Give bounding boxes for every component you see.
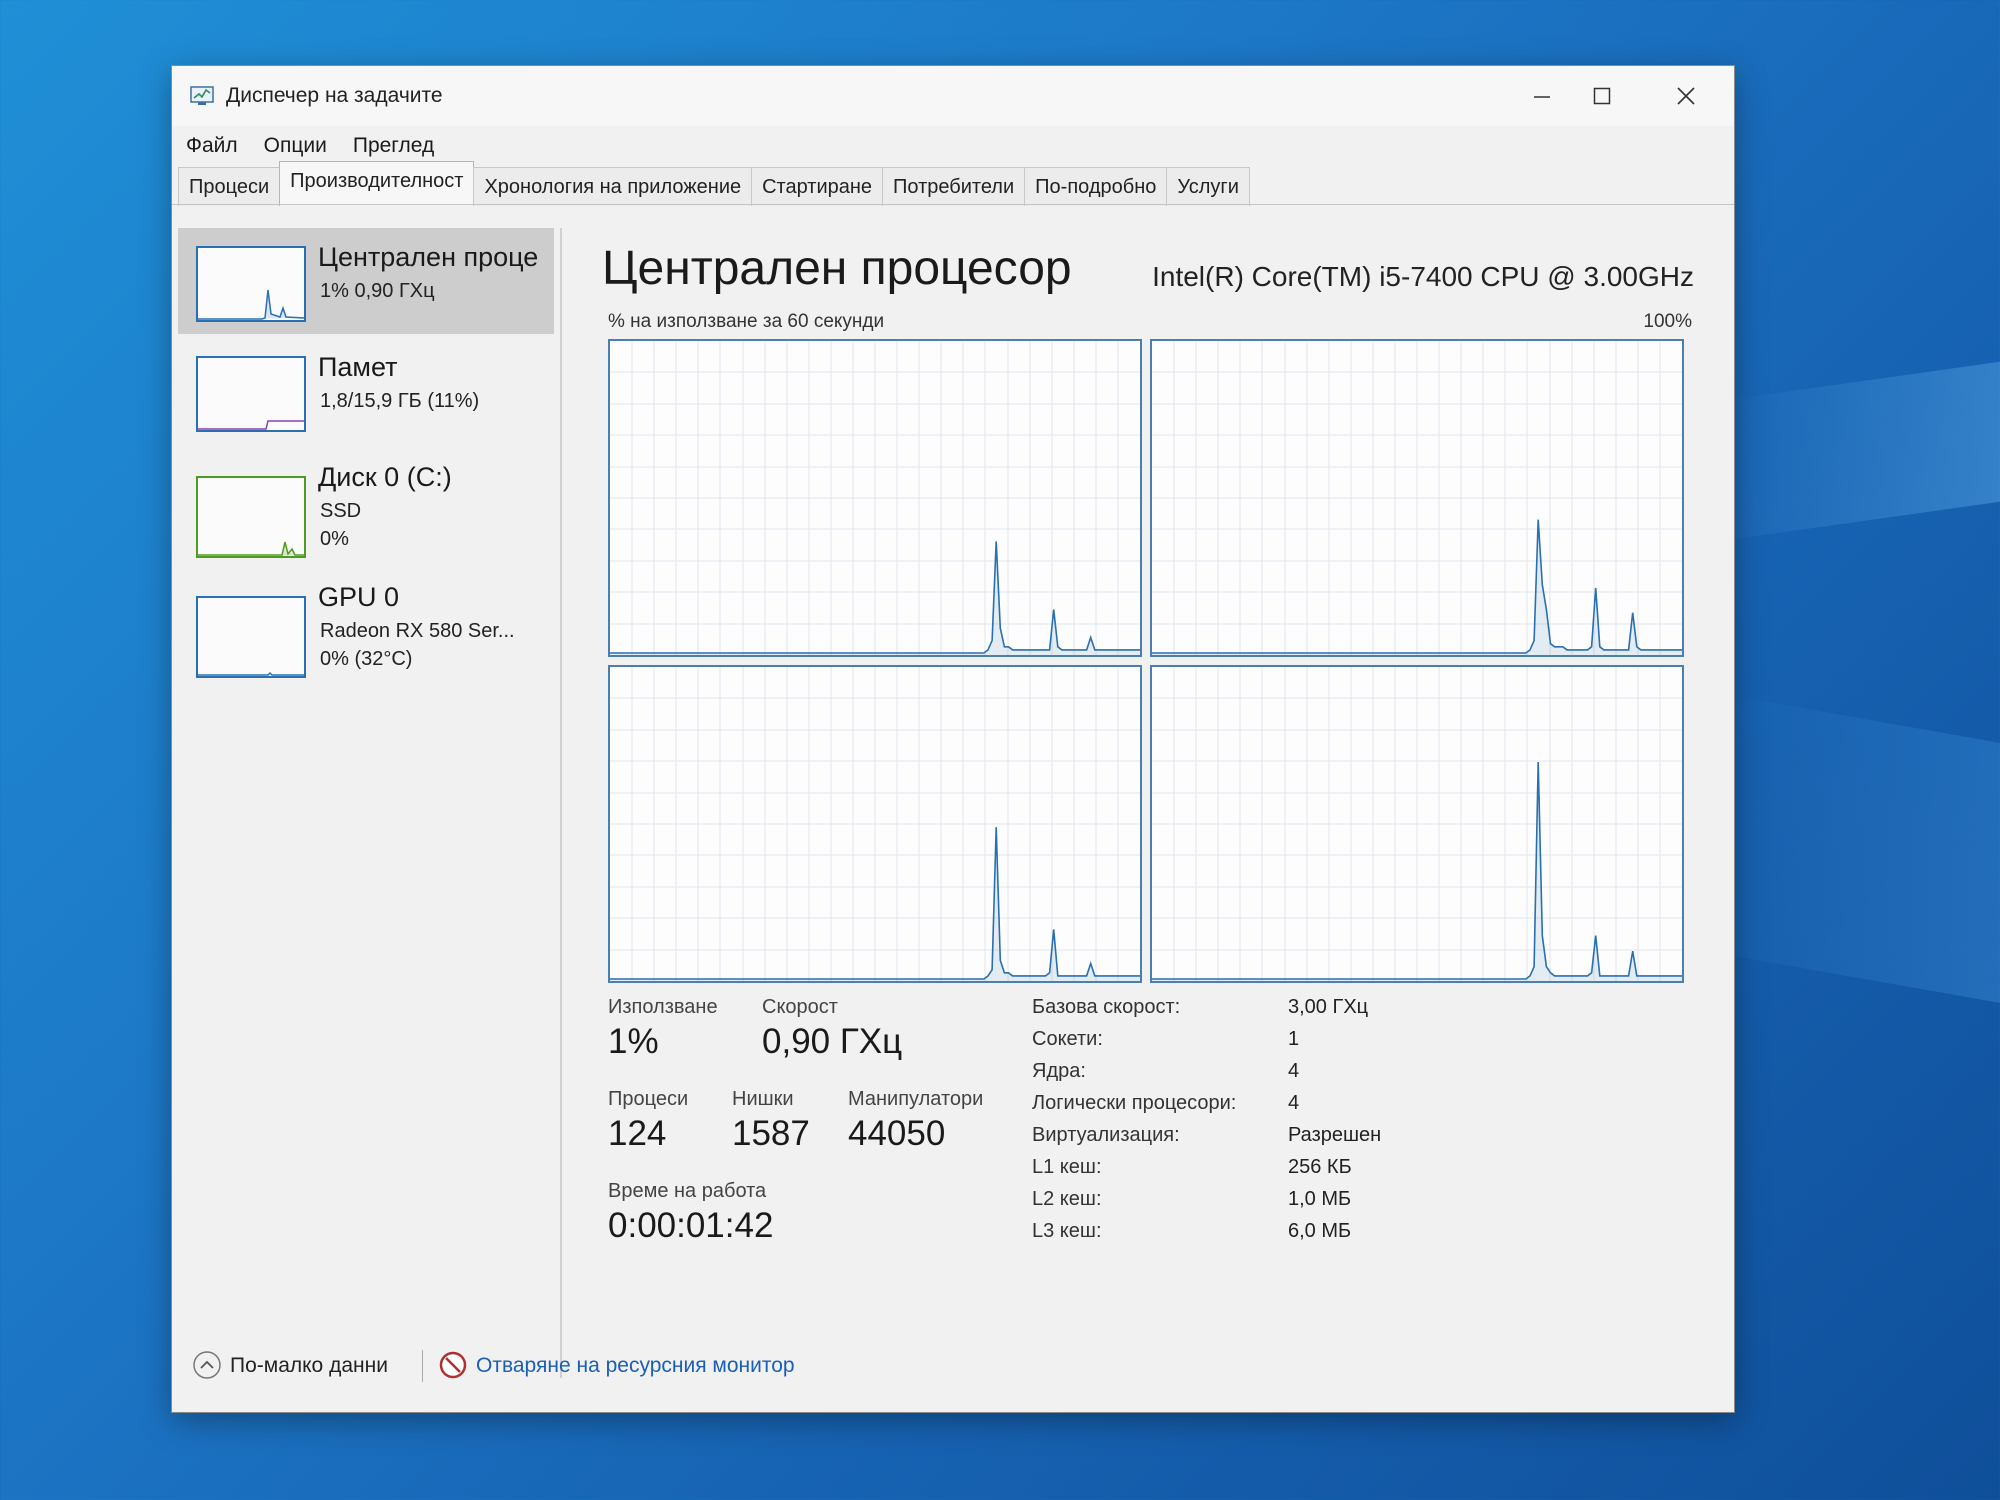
tab-bar: Процеси Производителност Хронология на п… — [178, 161, 1250, 206]
speed-label: Скорост — [762, 996, 838, 1018]
disk-type: SSD — [320, 500, 362, 522]
processes-label: Процеси — [608, 1088, 689, 1110]
gpu-usage: 0% (32°C) — [320, 648, 413, 670]
threads-label: Нишки — [732, 1088, 794, 1110]
uptime-label: Време на работа — [608, 1180, 767, 1202]
usage-value: 1% — [608, 1022, 659, 1061]
speed-value: 0,90 ГХц — [762, 1022, 903, 1061]
handles-label: Манипулатори — [848, 1088, 984, 1110]
spec-value: Разрешен — [1288, 1124, 1382, 1146]
spec-label: Ядра: — [1032, 1060, 1086, 1082]
disk-thumbnail — [196, 476, 306, 558]
tab-startup[interactable]: Стартиране — [751, 167, 884, 206]
cpu-core-plot — [1152, 341, 1682, 655]
open-resource-monitor-link[interactable]: Отваряне на ресурсния монитор — [476, 1354, 795, 1378]
memory-summary: 1,8/15,9 ГБ (11%) — [320, 390, 480, 412]
cpu-core-plot — [1152, 667, 1682, 981]
cpu-core-graph — [1150, 665, 1684, 983]
spec-label: L2 кеш: — [1032, 1188, 1102, 1210]
tab-details[interactable]: По-подробно — [1024, 167, 1168, 206]
menu-bar: Файл Опции Преглед — [172, 126, 1734, 166]
sidebar-item-disk[interactable]: Диск 0 (C:) SSD 0% — [178, 448, 554, 568]
gpu-model: Radeon RX 580 Ser... — [320, 620, 515, 642]
uptime-value: 0:00:01:42 — [608, 1206, 774, 1245]
minimize-button[interactable] — [1512, 76, 1572, 116]
graph-max-label: 100% — [1643, 311, 1692, 332]
graph-caption: % на използване за 60 секунди — [608, 311, 885, 332]
tab-processes[interactable]: Процеси — [178, 167, 281, 206]
cpu-mini-graph — [198, 289, 305, 320]
sidebar-item-memory[interactable]: Памет 1,8/15,9 ГБ (11%) — [178, 338, 554, 444]
resource-monitor-icon — [439, 1351, 467, 1379]
disk-mini-graph — [198, 541, 304, 556]
fewer-details-button[interactable]: По-малко данни — [230, 1354, 388, 1378]
memory-name: Памет — [318, 352, 398, 382]
menu-file[interactable]: Файл — [186, 134, 238, 158]
handles-value: 44050 — [848, 1114, 946, 1153]
panel-title: Централен процесор — [602, 242, 1072, 295]
tab-users[interactable]: Потребители — [882, 167, 1026, 206]
close-button[interactable] — [1656, 76, 1716, 116]
wallpaper-beam — [1720, 358, 2000, 542]
spec-value: 4 — [1288, 1092, 1300, 1114]
footer-bar: По-малко данни Отваряне на ресурсния мон… — [186, 1342, 986, 1392]
sidebar-item-cpu[interactable]: Централен проце 1% 0,90 ГХц — [178, 228, 554, 334]
tab-app-history[interactable]: Хронология на приложение — [473, 167, 753, 206]
cpu-model: Intel(R) Core(TM) i5-7400 CPU @ 3.00GHz — [1152, 261, 1694, 292]
spec-label: L3 кеш: — [1032, 1220, 1102, 1242]
wallpaper-beam — [1720, 693, 2000, 1007]
spec-value: 256 КБ — [1288, 1156, 1352, 1178]
threads-value: 1587 — [732, 1114, 810, 1153]
menu-options[interactable]: Опции — [264, 134, 327, 158]
cpu-thumbnail — [196, 246, 306, 322]
usage-label: Използване — [608, 996, 718, 1018]
cpu-summary: 1% 0,90 ГХц — [320, 280, 435, 302]
disk-usage: 0% — [320, 528, 349, 550]
cpu-core-graph — [608, 665, 1142, 983]
footer-divider — [422, 1350, 423, 1382]
cpu-name: Централен проце — [318, 242, 539, 272]
memory-mini-graph — [198, 420, 304, 430]
disk-name: Диск 0 (C:) — [318, 462, 452, 492]
gpu-mini-graph — [198, 671, 304, 676]
resource-sidebar: Централен проце 1% 0,90 ГХц Памет 1,8/15… — [178, 228, 562, 1378]
spec-label: Базова скорост: — [1032, 996, 1181, 1018]
cpu-core-graph — [1150, 339, 1684, 657]
gpu-name: GPU 0 — [318, 582, 400, 612]
cpu-core-graph — [608, 339, 1142, 657]
maximize-icon — [1593, 87, 1611, 105]
spec-label: Логически процесори: — [1032, 1092, 1237, 1114]
chevron-up-icon[interactable] — [192, 1350, 222, 1380]
title-bar: Диспечер на задачите — [172, 66, 1734, 126]
close-icon — [1677, 87, 1695, 105]
sidebar-item-gpu[interactable]: GPU 0 Radeon RX 580 Ser... 0% (32°C) — [178, 568, 554, 688]
cpu-stats: Използване 1% Скорост 0,90 ГХц Процеси 1… — [602, 996, 1702, 1316]
spec-label: Сокети: — [1032, 1028, 1103, 1050]
spec-label: L1 кеш: — [1032, 1156, 1102, 1178]
maximize-button[interactable] — [1572, 76, 1632, 116]
cpu-core-plot — [610, 341, 1140, 655]
spec-value: 6,0 МБ — [1288, 1220, 1352, 1242]
tab-performance[interactable]: Производителност — [279, 161, 475, 206]
menu-view[interactable]: Преглед — [353, 134, 434, 158]
cpu-graphs — [608, 339, 1686, 983]
minimize-icon — [1534, 96, 1550, 98]
performance-panel: Централен процесор Intel(R) Core(TM) i5-… — [602, 241, 1712, 1341]
task-manager-icon — [190, 86, 214, 105]
spec-value: 4 — [1288, 1060, 1300, 1082]
processes-value: 124 — [608, 1114, 667, 1153]
cpu-core-plot — [610, 667, 1140, 981]
spec-label: Виртуализация: — [1032, 1124, 1180, 1146]
spec-value: 1 — [1288, 1028, 1300, 1050]
spec-value: 3,00 ГХц — [1288, 996, 1369, 1018]
tab-services[interactable]: Услуги — [1166, 167, 1250, 206]
tab-divider — [172, 204, 1734, 205]
spec-value: 1,0 МБ — [1288, 1188, 1352, 1210]
task-manager-window: Диспечер на задачите Файл Опции Преглед … — [172, 66, 1734, 1412]
window-title: Диспечер на задачите — [226, 84, 443, 107]
memory-thumbnail — [196, 356, 306, 432]
gpu-thumbnail — [196, 596, 306, 678]
